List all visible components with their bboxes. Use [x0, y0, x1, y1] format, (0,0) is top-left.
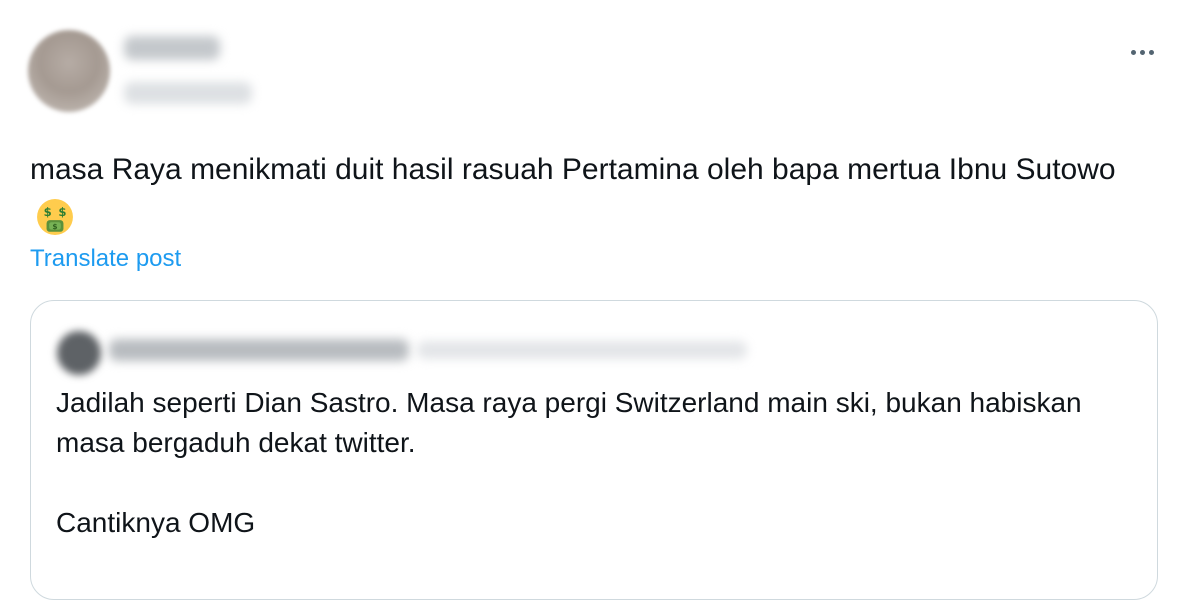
translate-post-link[interactable]: Translate post: [30, 243, 181, 275]
svg-text:$: $: [44, 205, 52, 219]
quoted-post-line: Cantiknya OMG: [56, 507, 256, 538]
post-text-content: masa Raya menikmati duit hasil rasuah Pe…: [30, 153, 1116, 186]
quoted-author-handle-redacted: [417, 341, 747, 359]
quoted-author-name-redacted: [109, 339, 409, 361]
quoted-post-card[interactable]: Jadilah seperti Dian Sastro. Masa raya p…: [30, 300, 1158, 600]
author-handle-redacted[interactable]: [124, 82, 252, 104]
svg-text:$: $: [58, 205, 66, 219]
quoted-author-avatar: [57, 331, 101, 375]
quoted-post-line: Jadilah seperti Dian Sastro. Masa raya p…: [56, 387, 1082, 458]
more-dot: [1148, 49, 1154, 55]
more-dot: [1139, 49, 1145, 55]
post-text: masa Raya menikmati duit hasil rasuah Pe…: [30, 146, 1140, 242]
money-mouth-face-icon: $ $ $: [37, 199, 73, 235]
svg-text:$: $: [52, 222, 57, 231]
more-options-button[interactable]: [1120, 38, 1164, 66]
author-avatar[interactable]: [28, 30, 110, 112]
author-name-redacted[interactable]: [124, 36, 220, 60]
more-horizontal-icon: [1130, 49, 1136, 55]
quoted-post-text: Jadilah seperti Dian Sastro. Masa raya p…: [56, 383, 1136, 543]
